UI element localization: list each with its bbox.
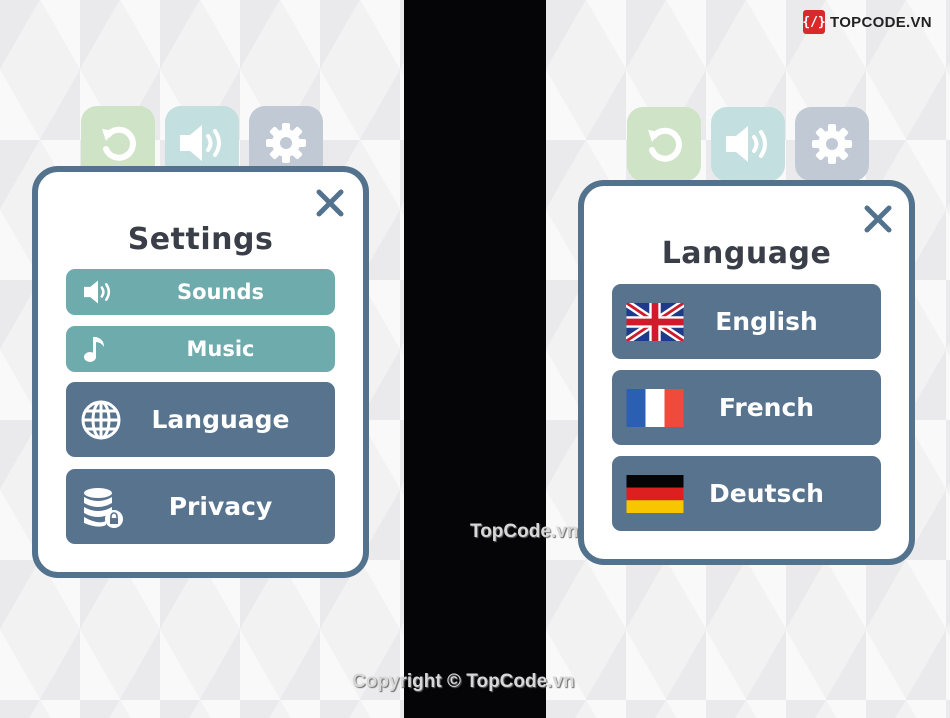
music-note-icon xyxy=(80,334,110,364)
music-button[interactable]: Music xyxy=(66,326,335,372)
france-flag-icon xyxy=(626,388,684,427)
language-title: Language xyxy=(661,236,832,271)
code-brackets-icon: {/} xyxy=(802,10,826,34)
privacy-button[interactable]: Privacy xyxy=(66,469,335,544)
language-button[interactable]: Language xyxy=(66,382,335,457)
language-panel: Language English French Deutsch xyxy=(578,180,915,565)
topcode-logo: {/} TOPCODE.VN xyxy=(802,10,932,34)
close-icon[interactable] xyxy=(861,202,895,236)
close-icon[interactable] xyxy=(313,186,347,220)
uk-flag-icon xyxy=(626,302,684,341)
gear-icon xyxy=(812,124,852,164)
settings-title: Settings xyxy=(127,222,274,257)
speaker-icon xyxy=(80,278,116,306)
speaker-icon xyxy=(180,125,221,161)
center-divider xyxy=(404,0,546,718)
restart-tab[interactable] xyxy=(627,107,701,181)
language-top-tabs xyxy=(627,107,869,181)
sounds-button[interactable]: Sounds xyxy=(66,269,335,315)
settings-tab[interactable] xyxy=(795,107,869,181)
gear-icon xyxy=(266,123,306,163)
deutsch-button[interactable]: Deutsch xyxy=(612,456,881,531)
globe-icon xyxy=(80,399,122,441)
restart-icon xyxy=(102,126,136,161)
speaker-icon xyxy=(726,126,767,162)
database-lock-icon xyxy=(80,485,124,529)
restart-icon xyxy=(648,127,682,162)
copyright-watermark: Copyright © TopCode.vn xyxy=(352,671,575,692)
center-watermark: TopCode.vn xyxy=(470,521,579,542)
english-button[interactable]: English xyxy=(612,284,881,359)
sound-tab[interactable] xyxy=(711,107,785,181)
germany-flag-icon xyxy=(626,474,684,513)
logo-text: TOPCODE.VN xyxy=(830,13,932,31)
settings-panel: Settings Sounds Music Language Privacy xyxy=(32,166,369,578)
french-button[interactable]: French xyxy=(612,370,881,445)
